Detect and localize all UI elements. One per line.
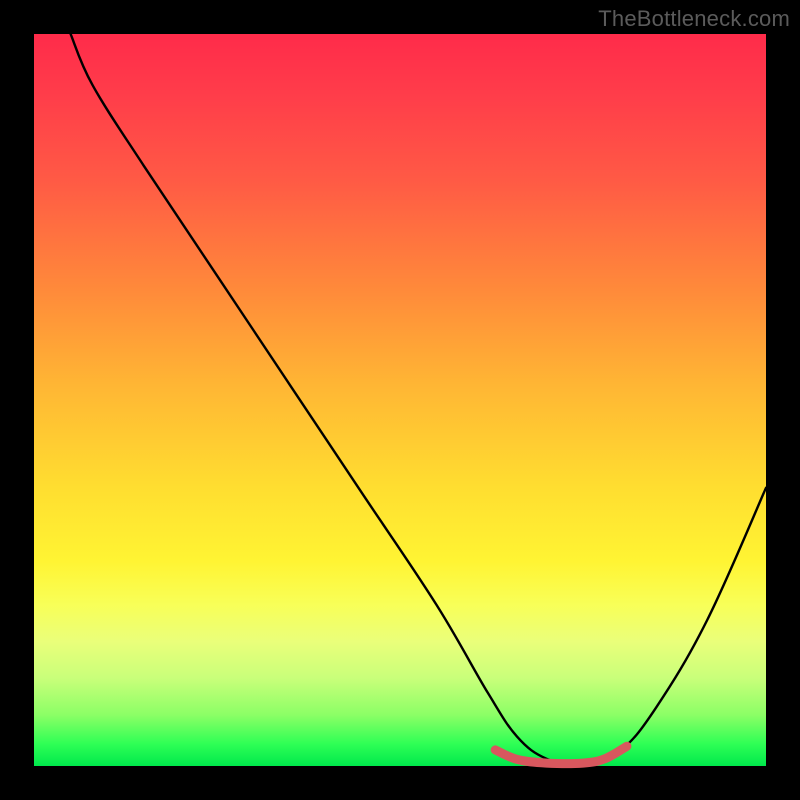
bottleneck-curve-path — [71, 34, 766, 766]
watermark-label: TheBottleneck.com — [598, 6, 790, 32]
chart-svg — [34, 34, 766, 766]
optimal-band-path — [495, 746, 627, 763]
chart-frame: TheBottleneck.com — [0, 0, 800, 800]
plot-area — [34, 34, 766, 766]
